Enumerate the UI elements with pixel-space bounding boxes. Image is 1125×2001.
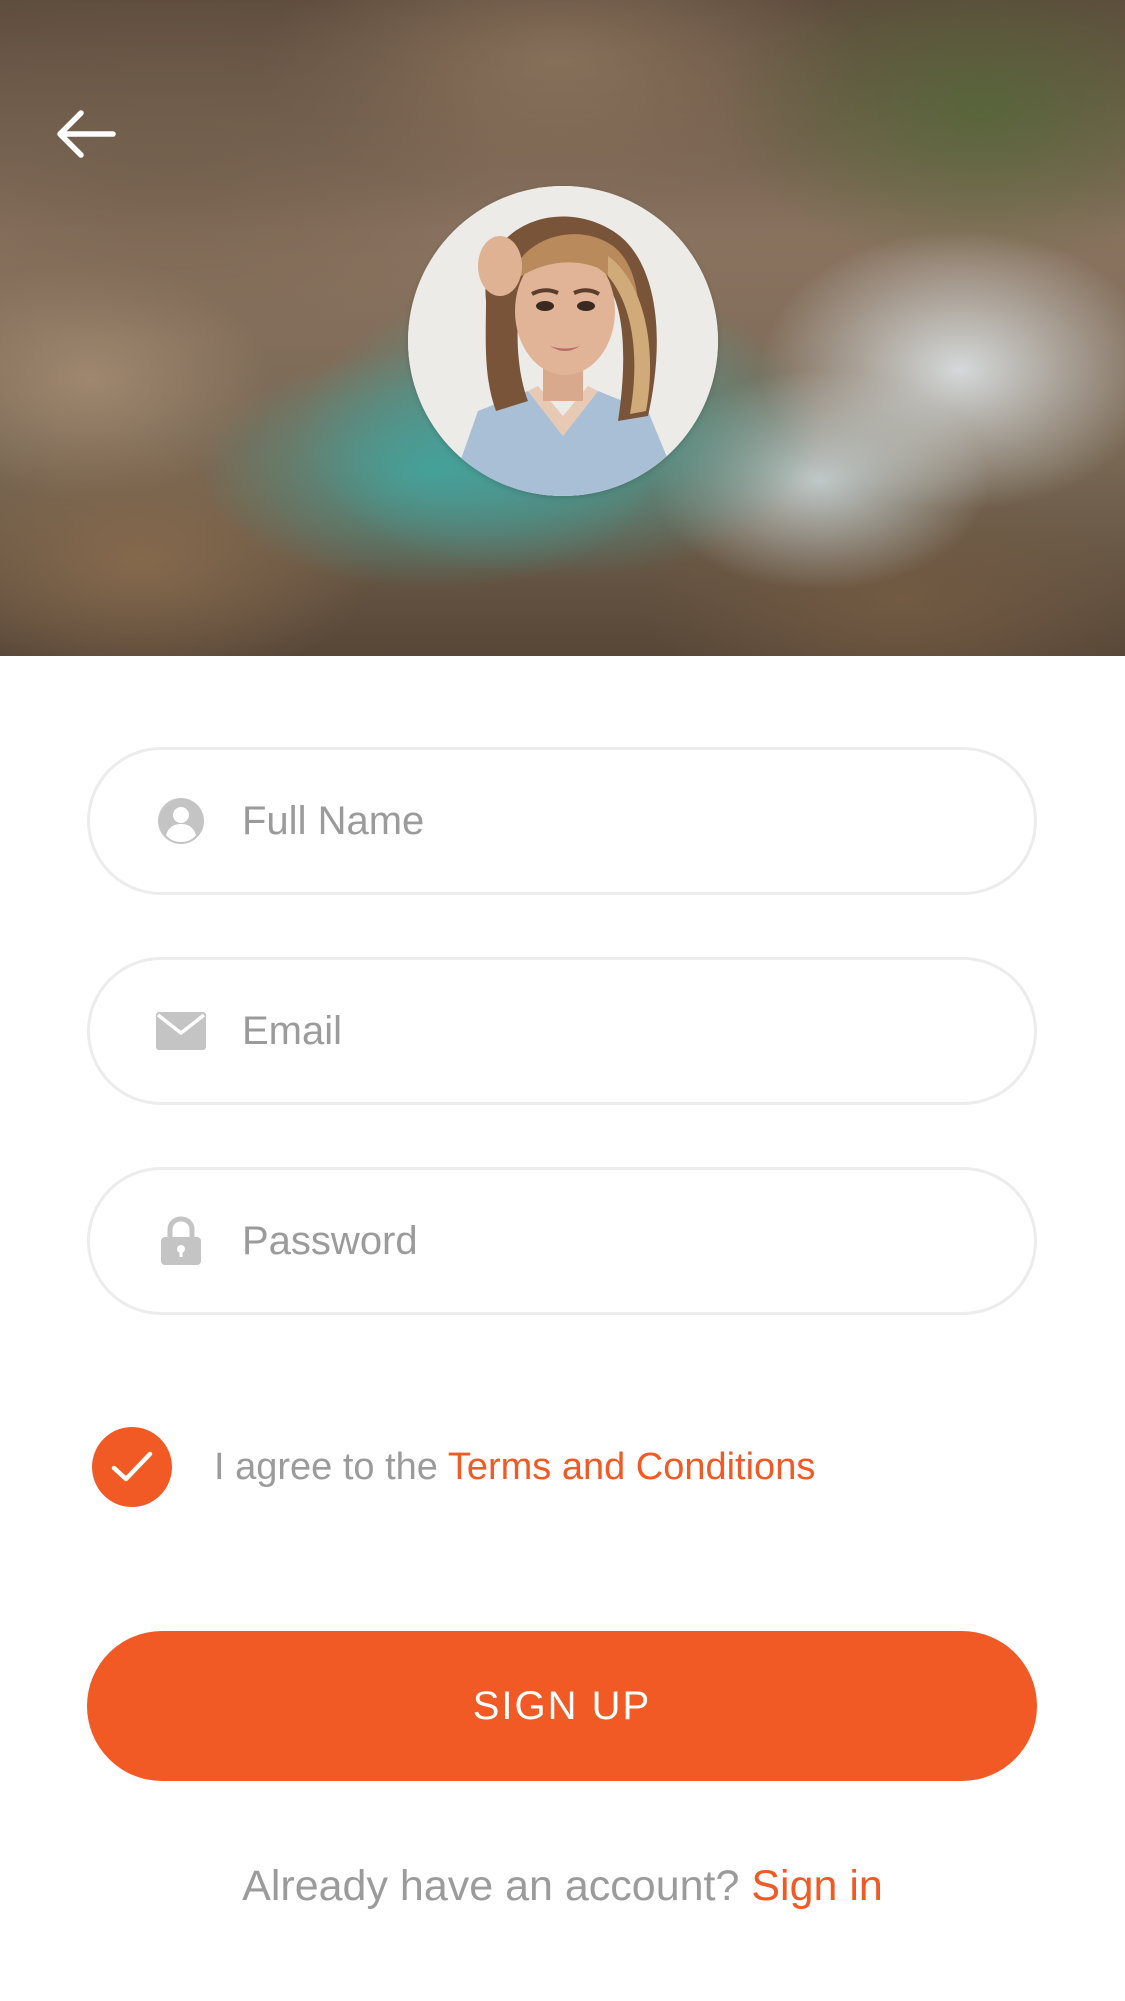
sign-in-link[interactable]: Sign in xyxy=(751,1862,882,1910)
terms-prefix: I agree to the xyxy=(214,1445,448,1488)
sign-in-prompt: Already have an account? Sign in xyxy=(0,1862,1125,1911)
terms-row: I agree to the Terms and Conditions xyxy=(92,1427,815,1507)
password-field[interactable] xyxy=(87,1167,1037,1315)
envelope-icon xyxy=(156,1006,206,1056)
email-field[interactable] xyxy=(87,957,1037,1105)
password-input[interactable] xyxy=(242,1170,974,1312)
terms-link[interactable]: Terms and Conditions xyxy=(448,1446,816,1488)
user-icon xyxy=(156,796,206,846)
avatar[interactable] xyxy=(408,186,718,496)
full-name-field[interactable] xyxy=(87,747,1037,895)
avatar-image xyxy=(408,186,718,496)
sign-up-button[interactable]: SIGN UP xyxy=(87,1631,1037,1781)
back-button[interactable] xyxy=(50,98,122,170)
lock-icon xyxy=(156,1216,206,1266)
full-name-input[interactable] xyxy=(242,750,974,892)
sign-in-prompt-text: Already have an account? xyxy=(242,1862,752,1910)
header-background-image xyxy=(0,0,1125,656)
arrow-left-icon xyxy=(57,110,116,158)
terms-text: I agree to the Terms and Conditions xyxy=(214,1446,815,1489)
email-input[interactable] xyxy=(242,960,974,1102)
checkmark-icon xyxy=(111,1451,153,1482)
terms-checkbox[interactable] xyxy=(92,1427,172,1507)
